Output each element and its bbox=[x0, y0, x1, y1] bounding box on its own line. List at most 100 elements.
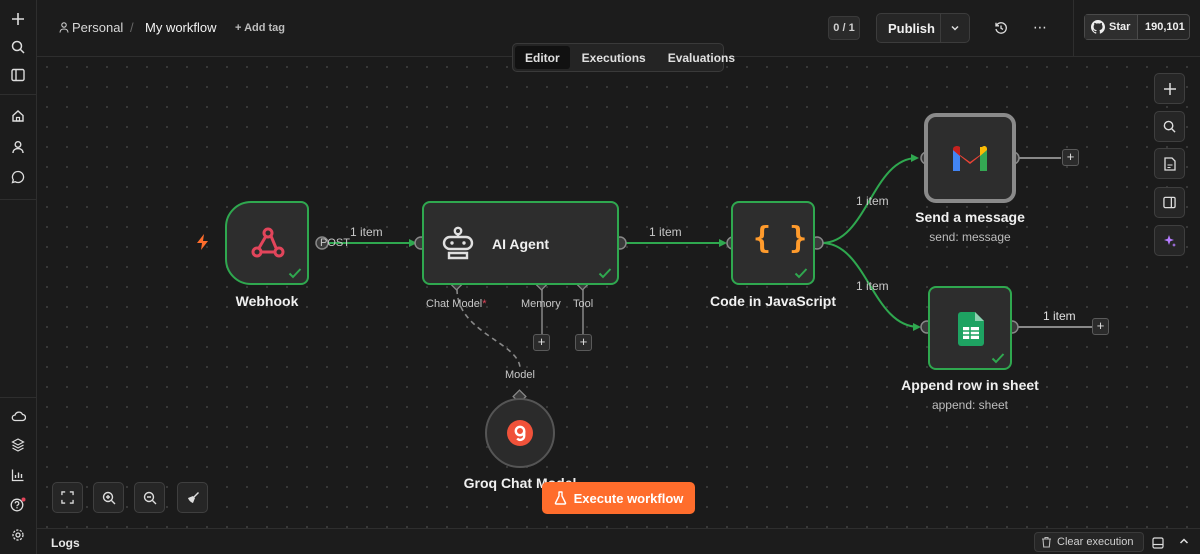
webhook-node[interactable] bbox=[225, 201, 309, 285]
zoom-in-button[interactable] bbox=[93, 482, 124, 513]
chevron-down-icon[interactable] bbox=[949, 21, 961, 39]
panel-icon bbox=[1163, 196, 1176, 209]
gmail-subtitle: send: message bbox=[929, 230, 1011, 244]
gmail-node[interactable] bbox=[924, 113, 1016, 203]
plus-icon[interactable] bbox=[6, 7, 30, 31]
tab-evaluations[interactable]: Evaluations bbox=[658, 46, 745, 69]
add-node-after-sheets-button[interactable]: + bbox=[1092, 318, 1109, 335]
webhook-icon bbox=[251, 227, 285, 258]
success-check-icon bbox=[598, 268, 612, 279]
chevron-up-icon[interactable] bbox=[1177, 534, 1191, 553]
groq-icon bbox=[507, 420, 533, 446]
sheets-subtitle: append: sheet bbox=[931, 398, 1009, 412]
note-icon bbox=[1163, 156, 1176, 171]
clear-execution-button[interactable]: Clear execution bbox=[1034, 532, 1144, 552]
plus-icon bbox=[1163, 82, 1176, 95]
connection-label: 1 item bbox=[856, 279, 889, 293]
publish-button[interactable]: Publish bbox=[888, 21, 935, 36]
chat-model-port-label: Chat Model* bbox=[426, 298, 487, 310]
view-tabs: Editor Executions Evaluations bbox=[512, 43, 735, 72]
sheets-title: Append row in sheet bbox=[901, 377, 1039, 393]
connection-label: 1 item bbox=[649, 225, 682, 239]
add-tool-button[interactable]: + bbox=[575, 334, 592, 351]
connection-label: 1 item bbox=[1043, 309, 1076, 323]
add-node-button[interactable] bbox=[1154, 73, 1185, 104]
workflow-name[interactable]: My workflow bbox=[145, 20, 217, 35]
gmail-title: Send a message bbox=[915, 209, 1025, 225]
execute-workflow-label: Execute workflow bbox=[573, 490, 684, 506]
version-counter: 0 / 1 bbox=[828, 16, 860, 40]
cloud-icon[interactable] bbox=[6, 404, 30, 428]
sidebar-toggle-icon[interactable] bbox=[6, 63, 30, 87]
fit-view-button[interactable] bbox=[52, 482, 83, 513]
success-check-icon bbox=[991, 353, 1005, 364]
webhook-title: Webhook bbox=[235, 293, 299, 309]
tab-executions[interactable]: Executions bbox=[572, 46, 656, 69]
zoom-in-icon bbox=[102, 491, 115, 504]
flask-icon bbox=[554, 491, 566, 505]
add-memory-button[interactable]: + bbox=[533, 334, 550, 351]
search-icon bbox=[1163, 120, 1176, 133]
execute-workflow-button[interactable]: Execute workflow bbox=[542, 482, 695, 514]
connections-layer bbox=[315, 151, 1092, 404]
code-braces-icon: { } bbox=[753, 221, 808, 256]
chat-icon[interactable] bbox=[6, 165, 30, 189]
open-logs-panel-icon[interactable] bbox=[1152, 536, 1164, 554]
tab-editor[interactable]: Editor bbox=[515, 46, 570, 69]
templates-icon[interactable] bbox=[6, 433, 30, 457]
google-sheets-icon bbox=[958, 312, 984, 346]
project-name: Personal bbox=[72, 20, 124, 35]
code-node[interactable]: { } bbox=[731, 201, 815, 285]
groq-node[interactable] bbox=[485, 398, 555, 468]
github-star-button[interactable]: Star 190,101 bbox=[1084, 14, 1190, 40]
code-title: Code in JavaScript bbox=[709, 293, 837, 309]
fit-view-icon bbox=[61, 491, 74, 504]
logs-label: Logs bbox=[51, 536, 80, 550]
more-options-icon[interactable]: ⋯ bbox=[1033, 19, 1048, 36]
webhook-post-label: POST bbox=[320, 237, 350, 249]
broom-icon bbox=[187, 491, 199, 503]
sheets-node[interactable] bbox=[928, 286, 1012, 370]
help-icon[interactable] bbox=[6, 493, 30, 517]
search-icon[interactable] bbox=[6, 35, 30, 59]
insights-icon[interactable] bbox=[6, 463, 30, 487]
tidy-up-button[interactable] bbox=[177, 482, 208, 513]
ai-agent-title: AI Agent bbox=[492, 236, 550, 252]
history-icon[interactable] bbox=[994, 21, 1008, 40]
tool-port-label: Tool bbox=[573, 298, 594, 310]
success-check-icon bbox=[794, 268, 808, 279]
left-sidebar bbox=[0, 0, 37, 554]
add-tag-button[interactable]: + Add tag bbox=[235, 22, 285, 34]
model-port-label: Model bbox=[505, 369, 535, 381]
sparkles-icon bbox=[1163, 234, 1176, 247]
breadcrumb-separator: / bbox=[130, 20, 134, 35]
home-icon[interactable] bbox=[6, 104, 30, 128]
sticky-note-button[interactable] bbox=[1154, 148, 1185, 179]
github-star-count: 190,101 bbox=[1145, 21, 1185, 33]
gmail-icon bbox=[953, 145, 987, 171]
success-check-icon bbox=[288, 268, 302, 279]
publish-button-group: Publish bbox=[876, 13, 970, 43]
panel-toggle-button[interactable] bbox=[1154, 187, 1185, 218]
search-nodes-button[interactable] bbox=[1154, 111, 1185, 142]
ai-assistant-button[interactable] bbox=[1154, 225, 1185, 256]
logs-bar[interactable]: Logs Clear execution bbox=[37, 528, 1200, 554]
workflow-canvas[interactable]: Webhook POST 1 item AI Agent Chat Model*… bbox=[37, 57, 1200, 528]
project-breadcrumb[interactable]: Personal bbox=[59, 20, 123, 35]
github-icon bbox=[1091, 20, 1105, 34]
ai-agent-node[interactable]: AI Agent bbox=[422, 201, 619, 285]
github-star-label: Star bbox=[1109, 21, 1131, 33]
connection-label: 1 item bbox=[856, 194, 889, 208]
trigger-bolt-icon bbox=[196, 234, 210, 255]
add-node-after-gmail-button[interactable]: + bbox=[1062, 149, 1079, 166]
settings-icon[interactable] bbox=[6, 523, 30, 547]
zoom-out-button[interactable] bbox=[134, 482, 165, 513]
robot-icon bbox=[442, 226, 474, 260]
user-icon[interactable] bbox=[6, 135, 30, 159]
clear-execution-label: Clear execution bbox=[1057, 536, 1134, 548]
memory-port-label: Memory bbox=[521, 298, 561, 310]
user-icon bbox=[59, 22, 69, 33]
trash-icon bbox=[1042, 536, 1051, 548]
zoom-out-icon bbox=[143, 491, 156, 504]
connection-label: 1 item bbox=[350, 225, 383, 239]
